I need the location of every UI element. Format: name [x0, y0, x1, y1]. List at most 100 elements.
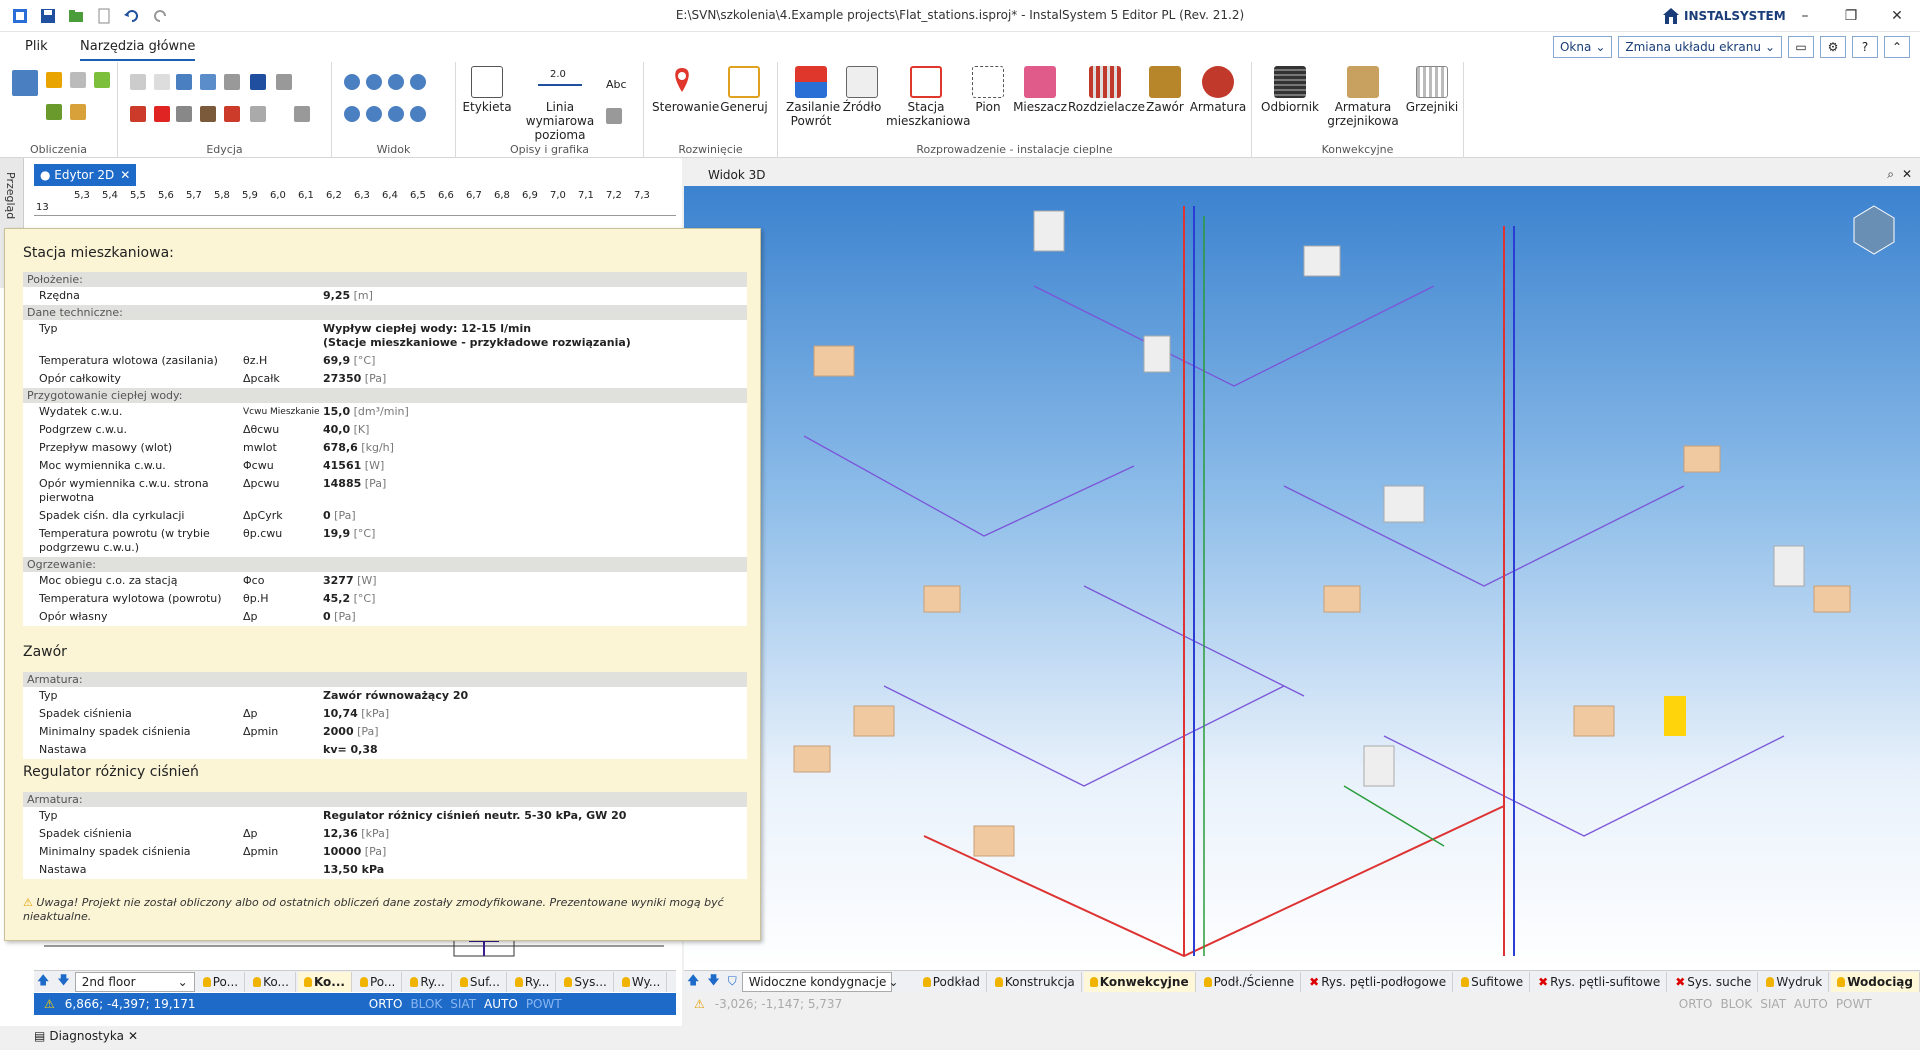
mode-auto[interactable]: AUTO: [480, 997, 522, 1011]
zoom-in-icon[interactable]: [344, 74, 360, 90]
mode-orto[interactable]: ORTO: [1675, 997, 1717, 1011]
copy-icon[interactable]: [130, 74, 146, 90]
manifolds-button[interactable]: Rozdzielacze: [1068, 66, 1145, 114]
layer-item[interactable]: Suf...: [454, 971, 507, 992]
layer-item[interactable]: Wy...: [616, 971, 668, 992]
selected-flat-station[interactable]: [1664, 696, 1686, 736]
close-button[interactable]: ✕: [1874, 0, 1920, 32]
mode-siat[interactable]: SIAT: [446, 997, 480, 1011]
mode-powt[interactable]: POWT: [1832, 997, 1876, 1011]
view-cube-icon[interactable]: [1853, 205, 1895, 255]
radiator-fittings-button[interactable]: Armatura grzejnikowa: [1324, 66, 1402, 128]
mode-siat[interactable]: SIAT: [1756, 997, 1790, 1011]
rotate-icon[interactable]: [176, 74, 192, 90]
view-3d-canvas[interactable]: [684, 186, 1920, 970]
calc-icon[interactable]: [46, 72, 62, 88]
paste-icon[interactable]: [154, 74, 170, 90]
table-icon[interactable]: [224, 106, 240, 122]
diagnostics-tab[interactable]: ▤ Diagnostyka ✕: [34, 1026, 138, 1046]
layer-item[interactable]: ✖ Rys. pętli-podłogowe: [1303, 971, 1454, 992]
windows-dropdown[interactable]: Okna ⌄: [1552, 36, 1613, 58]
pan-icon[interactable]: [410, 106, 426, 122]
visible-floors-dropdown[interactable]: Widoczne kondygnacje ⌄: [741, 971, 898, 992]
menu-main-tools[interactable]: Narzędzia główne: [80, 39, 196, 61]
close-icon[interactable]: ✕: [128, 1029, 138, 1043]
layer-item[interactable]: Ko...: [247, 971, 296, 992]
calc3-icon[interactable]: [94, 72, 110, 88]
layer-item[interactable]: Ry...: [509, 971, 557, 992]
mode-powt[interactable]: POWT: [522, 997, 566, 1011]
mixer-button[interactable]: Mieszacz: [1012, 66, 1068, 114]
riser-button[interactable]: Pion: [966, 66, 1010, 114]
receiver-button[interactable]: Odbiornik: [1260, 66, 1320, 114]
mode-auto[interactable]: AUTO: [1790, 997, 1832, 1011]
layer-item[interactable]: Wodociąg: [1831, 971, 1920, 992]
move-icon[interactable]: [224, 74, 240, 90]
zoom-out-icon[interactable]: [366, 74, 382, 90]
control-button[interactable]: Sterowanie: [652, 66, 719, 114]
radiators-button[interactable]: Grzejniki: [1404, 66, 1460, 114]
layer-item[interactable]: Podkład: [917, 971, 987, 992]
layer-item[interactable]: Sys...: [558, 971, 614, 992]
select-icon[interactable]: [294, 106, 310, 122]
supply-return-button[interactable]: Zasilanie Powrót: [786, 66, 840, 128]
mode-orto[interactable]: ORTO: [365, 997, 407, 1011]
delete-icon[interactable]: [154, 106, 170, 122]
layer-item[interactable]: Konstrukcja: [989, 971, 1082, 992]
layer-item[interactable]: Sufitowe: [1455, 971, 1531, 992]
zoom-extents-icon[interactable]: [344, 106, 360, 122]
layer-item[interactable]: ✖ Rys. pętli-sufitowe: [1532, 971, 1668, 992]
source-button[interactable]: Źródło: [840, 66, 884, 114]
properties-icon[interactable]: [200, 106, 216, 122]
layer-item[interactable]: ✖ Sys. suche: [1669, 971, 1759, 992]
calc-table-icon[interactable]: [12, 70, 38, 96]
mirror-icon[interactable]: [200, 74, 216, 90]
close-icon[interactable]: ✕: [120, 168, 130, 182]
flat-station-button[interactable]: Stacja mieszkaniowa: [886, 66, 971, 128]
layout-change-dropdown[interactable]: Zmiana układu ekranu ⌄: [1618, 36, 1782, 58]
label-button[interactable]: Etykieta: [460, 66, 514, 114]
tab-editor-2d[interactable]: ● Edytor 2D ✕: [34, 164, 137, 186]
monitor-icon[interactable]: ▭: [1788, 36, 1814, 58]
valve-button[interactable]: Zawór: [1142, 66, 1188, 114]
close-icon[interactable]: ✕: [1902, 167, 1912, 181]
maximize-button[interactable]: ❐: [1828, 0, 1874, 32]
layer-item[interactable]: Ko...: [297, 971, 352, 992]
layer-item[interactable]: Konwekcyjne: [1083, 971, 1196, 992]
fittings-button[interactable]: Armatura: [1188, 66, 1248, 114]
cut-icon[interactable]: [130, 106, 146, 122]
calc4-icon[interactable]: [46, 104, 62, 120]
layer-item[interactable]: Wydruk: [1760, 971, 1830, 992]
layer-item[interactable]: Po...: [354, 971, 403, 992]
filter-icon[interactable]: ⛉: [725, 974, 740, 989]
mode-blok[interactable]: BLOK: [1716, 997, 1756, 1011]
menu-file[interactable]: Plik: [25, 39, 48, 54]
mode-blok[interactable]: BLOK: [406, 997, 446, 1011]
pin-icon[interactable]: ⌕: [1887, 167, 1894, 182]
generate-button[interactable]: Generuj: [714, 66, 774, 114]
text-style-button[interactable]: Abc: [606, 78, 627, 91]
arrow-down-icon[interactable]: 🡇: [54, 971, 72, 992]
floor-dropdown[interactable]: 2nd floor ⌄: [74, 971, 195, 992]
calc2-icon[interactable]: [70, 72, 86, 88]
arrow-up-icon[interactable]: 🡅: [684, 971, 702, 992]
hatch-icon[interactable]: [606, 108, 622, 124]
calc5-icon[interactable]: [70, 104, 86, 120]
zoom-window-icon[interactable]: [388, 74, 404, 90]
align-icon[interactable]: [250, 74, 266, 90]
help-icon[interactable]: ?: [1852, 36, 1878, 58]
zoom-prev-icon[interactable]: [366, 106, 382, 122]
layer-item[interactable]: Podł./Ścienne: [1198, 971, 1302, 992]
zoom-next-icon[interactable]: [388, 106, 404, 122]
dimension-line-button[interactable]: 2.0 Linia wymiarowa pozioma: [514, 66, 606, 142]
snap-icon[interactable]: [276, 74, 292, 90]
arrow-down-icon[interactable]: 🡇: [704, 971, 722, 992]
arrow-up-icon[interactable]: 🡅: [34, 971, 52, 992]
zoom-all-icon[interactable]: [410, 74, 426, 90]
group-select-icon[interactable]: [250, 106, 266, 122]
collapse-ribbon-icon[interactable]: ⌃: [1884, 36, 1910, 58]
layer-item[interactable]: Ry...: [404, 971, 452, 992]
layer-item[interactable]: Po...: [197, 971, 246, 992]
link-icon[interactable]: [176, 106, 192, 122]
minimize-button[interactable]: –: [1782, 0, 1828, 32]
